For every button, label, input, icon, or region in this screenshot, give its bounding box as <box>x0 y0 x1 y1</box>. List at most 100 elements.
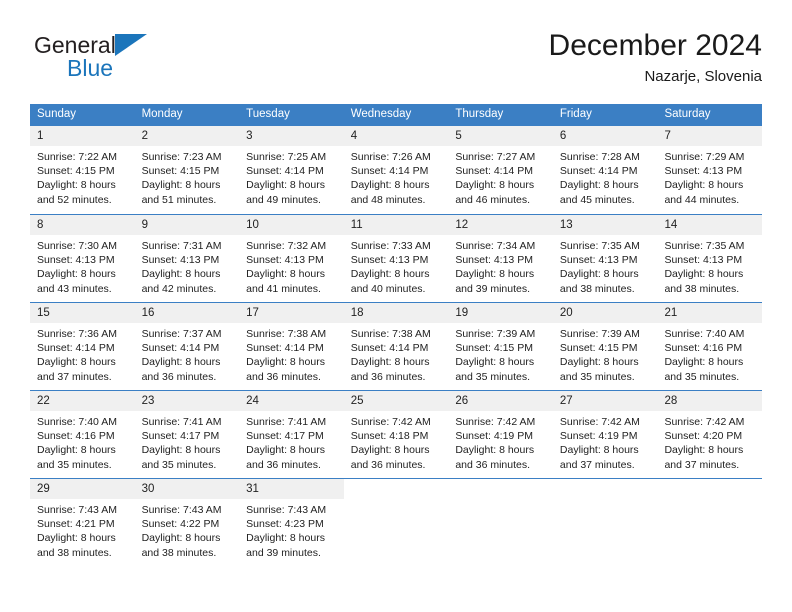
page-title: December 2024 <box>548 29 762 62</box>
day-cell[interactable]: 9 Sunrise: 7:31 AM Sunset: 4:13 PM Dayli… <box>134 215 240 302</box>
daylight-text-line1: Daylight: 8 hours <box>246 268 325 281</box>
day-number: 15 <box>30 303 135 323</box>
day-cell[interactable]: 3 Sunrise: 7:25 AM Sunset: 4:14 PM Dayli… <box>239 126 344 214</box>
daylight-text-line1: Daylight: 8 hours <box>141 268 221 281</box>
day-cell[interactable]: 24 Sunrise: 7:41 AM Sunset: 4:17 PM Dayl… <box>239 391 344 478</box>
sunrise-text: Sunrise: 7:26 AM <box>350 151 431 163</box>
day-number: 4 <box>343 126 449 146</box>
day-cell[interactable]: 28 Sunrise: 7:42 AM Sunset: 4:20 PM Dayl… <box>657 391 763 478</box>
day-cell[interactable]: 31 Sunrise: 7:43 AM Sunset: 4:23 PM Dayl… <box>239 479 344 566</box>
day-cell[interactable]: 7 Sunrise: 7:29 AM Sunset: 4:13 PM Dayli… <box>657 126 763 214</box>
daylight-text-line2: and 35 minutes. <box>37 458 112 471</box>
day-cell[interactable]: 2 Sunrise: 7:23 AM Sunset: 4:15 PM Dayli… <box>134 126 240 214</box>
daylight-text-line2: and 44 minutes. <box>664 193 740 206</box>
sunrise-text: Sunrise: 7:23 AM <box>141 151 222 163</box>
day-cell[interactable]: 11 Sunrise: 7:33 AM Sunset: 4:13 PM Dayl… <box>343 215 449 302</box>
day-number: 8 <box>30 215 135 235</box>
day-cell[interactable]: 16 Sunrise: 7:37 AM Sunset: 4:14 PM Dayl… <box>134 303 240 390</box>
day-number: 2 <box>134 126 240 146</box>
sunset-text: Sunset: 4:14 PM <box>559 165 638 178</box>
day-number <box>344 479 449 499</box>
sunset-text: Sunset: 4:13 PM <box>37 254 115 267</box>
page-header: General Blue December 2024 Nazarje, Slov… <box>30 28 762 98</box>
day-number: 3 <box>239 126 344 146</box>
sunset-text: Sunset: 4:13 PM <box>664 165 743 178</box>
day-cell[interactable]: 5 Sunrise: 7:27 AM Sunset: 4:14 PM Dayli… <box>448 126 553 214</box>
day-details: Sunrise: 7:42 AM Sunset: 4:18 PM Dayligh… <box>344 411 449 472</box>
day-cell[interactable]: 4 Sunrise: 7:26 AM Sunset: 4:14 PM Dayli… <box>343 126 449 214</box>
sunset-text: Sunset: 4:13 PM <box>559 254 638 267</box>
daylight-text-line1: Daylight: 8 hours <box>559 356 639 369</box>
day-cell[interactable]: 18 Sunrise: 7:38 AM Sunset: 4:14 PM Dayl… <box>343 303 449 390</box>
sunrise-text: Sunrise: 7:35 AM <box>664 240 745 252</box>
day-cell[interactable]: 6 Sunrise: 7:28 AM Sunset: 4:14 PM Dayli… <box>552 126 658 214</box>
day-cell-empty <box>448 479 553 566</box>
sunrise-text: Sunrise: 7:39 AM <box>455 328 536 340</box>
sunrise-text: Sunrise: 7:34 AM <box>455 240 536 252</box>
day-details: Sunrise: 7:43 AM Sunset: 4:22 PM Dayligh… <box>135 499 240 560</box>
daylight-text-line2: and 45 minutes. <box>559 193 635 206</box>
daylight-text-line2: and 37 minutes. <box>664 458 740 471</box>
day-cell[interactable]: 15 Sunrise: 7:36 AM Sunset: 4:14 PM Dayl… <box>30 303 135 390</box>
day-cell[interactable]: 23 Sunrise: 7:41 AM Sunset: 4:17 PM Dayl… <box>134 391 240 478</box>
sunset-text: Sunset: 4:14 PM <box>141 342 220 355</box>
daylight-text-line2: and 52 minutes. <box>37 193 112 206</box>
day-cell[interactable]: 17 Sunrise: 7:38 AM Sunset: 4:14 PM Dayl… <box>239 303 344 390</box>
weekday-header-monday: Monday <box>141 108 183 120</box>
daylight-text-line2: and 35 minutes. <box>141 458 217 471</box>
daylight-text-line2: and 36 minutes. <box>141 370 217 383</box>
day-cell[interactable]: 8 Sunrise: 7:30 AM Sunset: 4:13 PM Dayli… <box>30 215 135 302</box>
day-number <box>448 479 553 499</box>
day-cell[interactable]: 1 Sunrise: 7:22 AM Sunset: 4:15 PM Dayli… <box>30 126 135 214</box>
sunset-text: Sunset: 4:19 PM <box>559 430 638 443</box>
day-details: Sunrise: 7:36 AM Sunset: 4:14 PM Dayligh… <box>30 323 135 384</box>
day-details: Sunrise: 7:34 AM Sunset: 4:13 PM Dayligh… <box>448 235 553 296</box>
daylight-text-line2: and 36 minutes. <box>350 458 426 471</box>
daylight-text-line2: and 48 minutes. <box>350 193 426 206</box>
daylight-text-line1: Daylight: 8 hours <box>37 179 116 192</box>
day-cell[interactable]: 29 Sunrise: 7:43 AM Sunset: 4:21 PM Dayl… <box>30 479 135 566</box>
sunrise-text: Sunrise: 7:42 AM <box>350 416 431 428</box>
daylight-text-line1: Daylight: 8 hours <box>37 268 116 281</box>
day-number: 18 <box>343 303 449 323</box>
day-number: 25 <box>343 391 449 411</box>
day-details: Sunrise: 7:41 AM Sunset: 4:17 PM Dayligh… <box>239 411 344 472</box>
sunrise-text: Sunrise: 7:42 AM <box>664 416 745 428</box>
day-number <box>657 479 762 499</box>
day-cell[interactable]: 20 Sunrise: 7:39 AM Sunset: 4:15 PM Dayl… <box>552 303 658 390</box>
sunset-text: Sunset: 4:18 PM <box>350 430 429 443</box>
week-row: 15 Sunrise: 7:36 AM Sunset: 4:14 PM Dayl… <box>30 302 763 390</box>
sunset-text: Sunset: 4:14 PM <box>455 165 533 178</box>
daylight-text-line2: and 36 minutes. <box>246 370 321 383</box>
day-number: 7 <box>657 126 763 146</box>
sunset-text: Sunset: 4:16 PM <box>664 342 743 355</box>
sunrise-text: Sunrise: 7:25 AM <box>246 151 327 163</box>
day-cell[interactable]: 10 Sunrise: 7:32 AM Sunset: 4:13 PM Dayl… <box>239 215 344 302</box>
day-cell[interactable]: 21 Sunrise: 7:40 AM Sunset: 4:16 PM Dayl… <box>657 303 763 390</box>
day-number: 16 <box>134 303 240 323</box>
day-cell[interactable]: 27 Sunrise: 7:42 AM Sunset: 4:19 PM Dayl… <box>552 391 658 478</box>
day-cell[interactable]: 13 Sunrise: 7:35 AM Sunset: 4:13 PM Dayl… <box>552 215 658 302</box>
day-cell[interactable]: 22 Sunrise: 7:40 AM Sunset: 4:16 PM Dayl… <box>30 391 135 478</box>
daylight-text-line2: and 38 minutes. <box>559 282 635 295</box>
generalblue-logo: General Blue <box>34 32 214 88</box>
daylight-text-line2: and 38 minutes. <box>37 546 112 559</box>
day-cell[interactable]: 25 Sunrise: 7:42 AM Sunset: 4:18 PM Dayl… <box>343 391 449 478</box>
day-cell[interactable]: 12 Sunrise: 7:34 AM Sunset: 4:13 PM Dayl… <box>448 215 553 302</box>
day-cell[interactable]: 19 Sunrise: 7:39 AM Sunset: 4:15 PM Dayl… <box>448 303 553 390</box>
daylight-text-line2: and 36 minutes. <box>455 458 531 471</box>
sunset-text: Sunset: 4:21 PM <box>37 518 115 531</box>
day-number: 10 <box>239 215 344 235</box>
sunrise-text: Sunrise: 7:37 AM <box>141 328 222 340</box>
sunrise-text: Sunrise: 7:22 AM <box>37 151 117 163</box>
daylight-text-line1: Daylight: 8 hours <box>350 179 430 192</box>
day-number: 28 <box>657 391 763 411</box>
day-details: Sunrise: 7:40 AM Sunset: 4:16 PM Dayligh… <box>30 411 135 472</box>
sunset-text: Sunset: 4:15 PM <box>559 342 638 355</box>
location-subtitle: Nazarje, Slovenia <box>644 68 762 85</box>
daylight-text-line1: Daylight: 8 hours <box>37 444 116 457</box>
day-cell[interactable]: 14 Sunrise: 7:35 AM Sunset: 4:13 PM Dayl… <box>657 215 763 302</box>
sunset-text: Sunset: 4:15 PM <box>37 165 115 178</box>
day-cell[interactable]: 26 Sunrise: 7:42 AM Sunset: 4:19 PM Dayl… <box>448 391 553 478</box>
day-cell[interactable]: 30 Sunrise: 7:43 AM Sunset: 4:22 PM Dayl… <box>134 479 240 566</box>
